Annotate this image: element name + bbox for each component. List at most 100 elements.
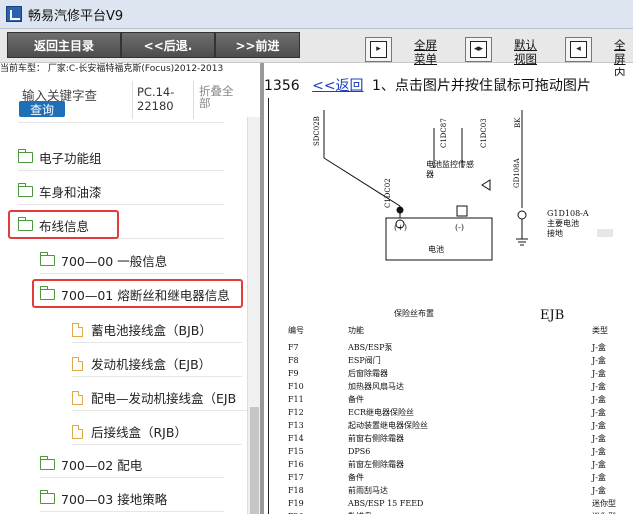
prev-button[interactable]: <<后退. — [121, 32, 215, 58]
sensor-label: 电池监控传感器 — [426, 160, 474, 179]
tree-item[interactable]: 700—02 配电 — [40, 452, 224, 478]
tree-item-label: 电子功能组 — [39, 151, 102, 166]
fuse-function: 数模盘 — [348, 510, 372, 514]
wire-label: C1DC87 — [440, 118, 448, 148]
fuse-type: 迷你型 — [592, 510, 616, 514]
table-row: F8 ESP阀门 J-盒 — [288, 354, 633, 367]
tree-item[interactable]: 700—03 接地策略 — [40, 486, 224, 512]
fuse-number: F16 — [288, 460, 304, 469]
tree-item[interactable]: 蓄电池接线盒（BJB） — [72, 317, 242, 343]
fuse-function: 前窗右侧除霜器 — [348, 434, 404, 443]
current-vehicle: 当前车型： 厂家:C-长安福特福克斯(Focus)2012-2013 — [0, 64, 224, 74]
fuse-type: J-盒 — [592, 408, 606, 417]
default-view-label[interactable]: 默认 视图 — [514, 38, 537, 66]
terminal-label: (+) — [394, 223, 407, 232]
fuse-type: J-盒 — [592, 343, 606, 352]
fuse-number: F13 — [288, 421, 304, 430]
fuse-type: J-盒 — [592, 421, 606, 430]
table-row: F20 数模盘 迷你型 — [288, 510, 633, 514]
tree-item[interactable]: 车身和油漆 — [18, 179, 224, 205]
folder-icon — [18, 149, 33, 163]
fuse-function: 前雨刮马达 — [348, 486, 388, 495]
document-icon — [72, 390, 83, 405]
fuse-type: J-盒 — [592, 382, 606, 391]
tree-item[interactable]: 发动机接线盒（EJB） — [72, 351, 242, 377]
back-link[interactable]: <<返回 — [312, 78, 363, 94]
fuse-function: ABS/ESP泵 — [348, 343, 393, 352]
panel-right-icon: ▸ — [370, 41, 387, 58]
fuse-function: 备件 — [348, 473, 364, 482]
connector-label: C1DC02 — [384, 178, 392, 208]
tree-scrollbar[interactable] — [247, 117, 260, 514]
fuse-box-name: EJB — [540, 308, 565, 323]
fuse-number: F18 — [288, 486, 304, 495]
wire-label: C1DC03 — [480, 118, 488, 148]
tree-item-label: 车身和油漆 — [39, 185, 102, 200]
tree-item-label: 后接线盒（RJB） — [91, 425, 187, 440]
collapse-all-button[interactable]: 折叠全 部 — [199, 85, 234, 109]
tree-item-label: 配电—发动机接线盒（EJB — [91, 391, 237, 406]
fuse-function: 前窗左侧除霜器 — [348, 460, 404, 469]
fuse-table-header: 编号 功能 类型 — [288, 324, 633, 337]
table-row: F15 DPS6 J-盒 — [288, 445, 633, 458]
header-cell: 编号 — [288, 326, 304, 335]
document-icon — [72, 356, 83, 371]
table-row: F14 前窗右侧除霜器 J-盒 — [288, 432, 633, 445]
fuse-function: 后窗除霜器 — [348, 369, 388, 378]
doc-code: PC.14- 22180 — [137, 85, 175, 113]
fullscreen-content-button[interactable]: ◂ — [565, 37, 592, 62]
folder-icon — [40, 252, 55, 266]
fuse-number: F12 — [288, 408, 304, 417]
fuse-function: ECR继电器保险丝 — [348, 408, 414, 417]
fuse-type: J-盒 — [592, 369, 606, 378]
split-view-icon: ◂▸ — [470, 41, 487, 58]
table-row: F11 备件 J-盒 — [288, 393, 633, 406]
table-row: F9 后窗除霜器 J-盒 — [288, 367, 633, 380]
folder-icon — [40, 490, 55, 504]
scroll-marker — [597, 229, 613, 237]
fuse-type: J-盒 — [592, 486, 606, 495]
fuse-function: ABS/ESP 15 FEED — [348, 499, 424, 508]
back-to-main-button[interactable]: 返回主目录 — [7, 32, 121, 58]
fuse-function: 备件 — [348, 395, 364, 404]
fullscreen-menu-label[interactable]: 全屏 菜单 — [414, 38, 437, 66]
fuse-type: 迷你型 — [592, 499, 616, 508]
app-logo-icon — [6, 6, 22, 22]
content-panel: 1356 <<返回 1、点击图片并按住鼠标可拖动图片 SDC02B C1DC87… — [264, 76, 633, 514]
fuse-number: F8 — [288, 356, 299, 365]
document-icon — [72, 424, 83, 439]
fuse-number: F14 — [288, 434, 304, 443]
header-cell: 类型 — [592, 326, 608, 335]
tree-item-label: 700—02 配电 — [61, 458, 143, 473]
fullscreen-menu-button[interactable]: ▸ — [365, 37, 392, 62]
wire-label: SDC02B — [313, 116, 321, 146]
fuse-type: J-盒 — [592, 395, 606, 404]
fuse-type: J-盒 — [592, 356, 606, 365]
next-button[interactable]: >>前进 — [215, 32, 300, 58]
fuse-layout-title: 保险丝布置 — [394, 309, 434, 318]
fuse-type: J-盒 — [592, 447, 606, 456]
battery-label: 电池 — [428, 245, 444, 254]
fuse-type: J-盒 — [592, 434, 606, 443]
tree-item-label: 发动机接线盒（EJB） — [91, 357, 212, 372]
document-icon — [72, 322, 83, 337]
page-header: 1356 <<返回 1、点击图片并按住鼠标可拖动图片 — [264, 76, 591, 96]
tree-item[interactable]: 电子功能组 — [18, 145, 224, 171]
fuse-number: F17 — [288, 473, 304, 482]
fuse-number: F9 — [288, 369, 299, 378]
fuse-function: ESP阀门 — [348, 356, 381, 365]
tree-item[interactable]: 700—00 一般信息 — [40, 248, 224, 274]
default-view-button[interactable]: ◂▸ — [465, 37, 492, 62]
table-row: F16 前窗左侧除霜器 J-盒 — [288, 458, 633, 471]
tree-item[interactable]: 后接线盒（RJB） — [72, 419, 242, 445]
folder-icon — [40, 456, 55, 470]
fuse-function: DPS6 — [348, 447, 371, 456]
highlight-box — [32, 279, 243, 308]
instruction-text: 1、点击图片并按住鼠标可拖动图片 — [372, 78, 591, 94]
scrollbar-thumb[interactable] — [250, 407, 259, 514]
fuse-type: J-盒 — [592, 473, 606, 482]
tree-item[interactable]: 配电—发动机接线盒（EJB — [72, 385, 247, 411]
table-row: F19 ABS/ESP 15 FEED 迷你型 — [288, 497, 633, 510]
tree-item-partial[interactable] — [18, 113, 224, 123]
fuse-number: F20 — [288, 510, 304, 514]
